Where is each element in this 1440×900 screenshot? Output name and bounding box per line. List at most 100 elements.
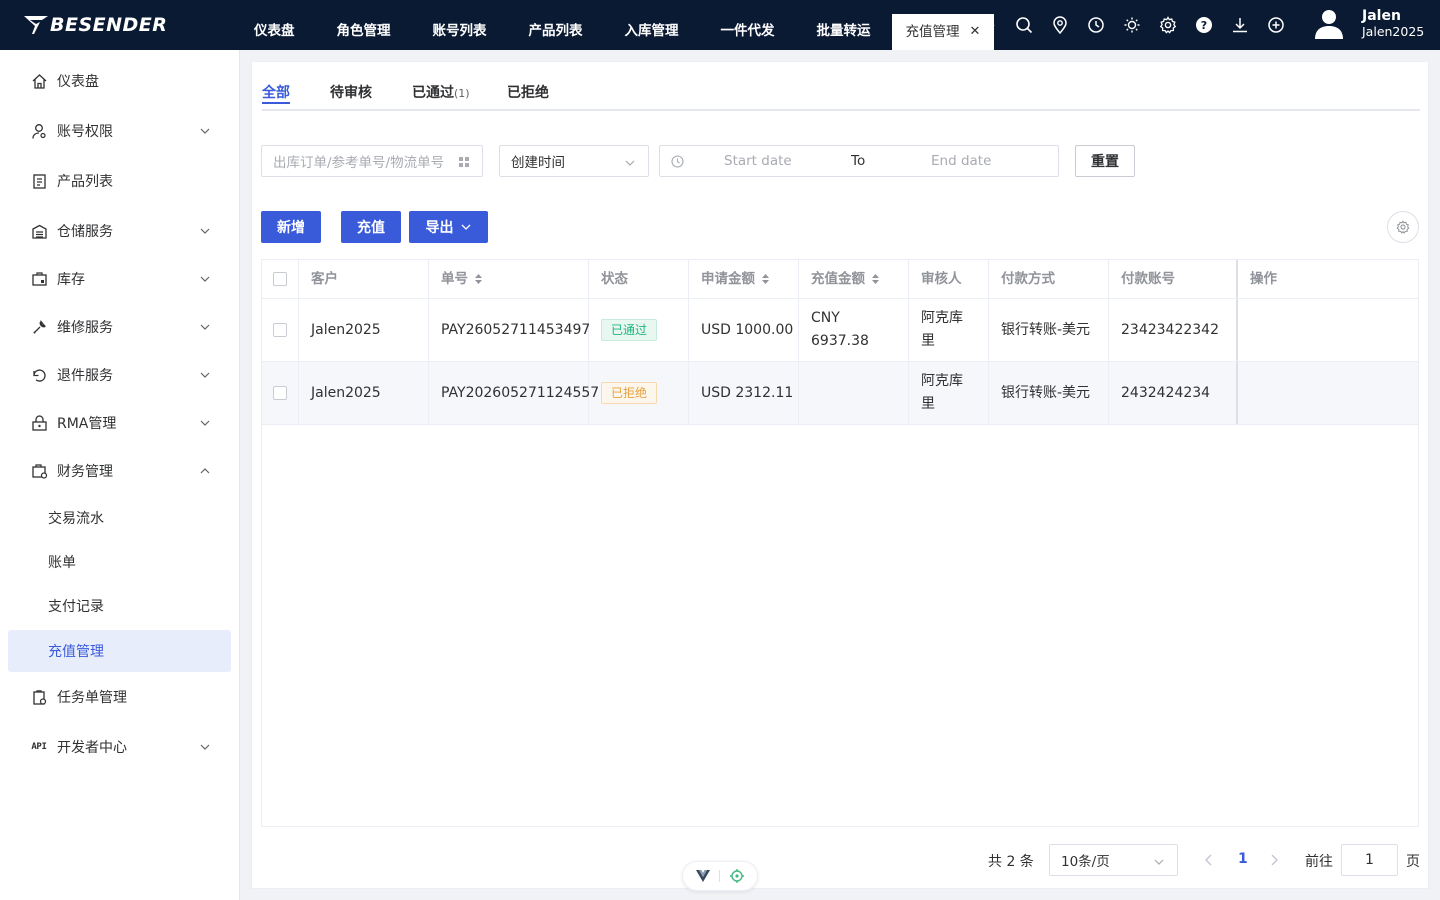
sidebar-item-return[interactable]: 退件服务: [8, 354, 231, 396]
nav-role-management[interactable]: 角色管理: [316, 0, 412, 50]
tab-recharge-label: 充值管理: [905, 24, 960, 40]
sidebar-item-rma[interactable]: RMA管理: [8, 402, 231, 444]
vue-logo-icon[interactable]: [695, 870, 710, 882]
goto-page-input[interactable]: 1: [1341, 844, 1398, 876]
reviewer-line2: 里: [921, 396, 935, 412]
sidebar-item-label: 任务单管理: [57, 690, 127, 706]
target-icon[interactable]: [730, 869, 745, 883]
nav-batch-transfer[interactable]: 批量转运: [796, 0, 892, 50]
cell-reviewer: 阿克库里: [909, 299, 989, 361]
location-icon[interactable]: [1048, 13, 1072, 37]
tab-rejected[interactable]: 已拒绝: [507, 82, 549, 102]
table-row[interactable]: Jalen2025 PAY202605271124557 已拒绝 USD 231…: [262, 362, 1418, 425]
sidebar-item-label: RMA管理: [57, 416, 117, 432]
export-label: 导出: [425, 220, 454, 236]
header-apply-amount[interactable]: 申请金额: [689, 260, 799, 298]
table-row[interactable]: Jalen2025 PAY26052711453497 已通过 USD 1000…: [262, 299, 1418, 362]
page-number-current[interactable]: 1: [1238, 851, 1248, 867]
clock-icon: [671, 155, 684, 168]
download-icon[interactable]: [1228, 13, 1252, 37]
sidebar-item-dashboard[interactable]: 仪表盘: [8, 60, 231, 102]
header-order-no[interactable]: 单号: [429, 260, 589, 298]
header-customer: 客户: [299, 260, 429, 298]
chevron-down-icon: [200, 228, 210, 234]
sidebar-item-product-list[interactable]: 产品列表: [8, 160, 231, 202]
nav-dropship[interactable]: 一件代发: [700, 0, 796, 50]
sidebar-item-repair[interactable]: 维修服务: [8, 306, 231, 348]
clock-icon[interactable]: [1084, 13, 1108, 37]
nav-dashboard[interactable]: 仪表盘: [233, 0, 316, 50]
charge-value: 6937.38: [811, 333, 869, 349]
recharge-button[interactable]: 充值: [341, 211, 401, 243]
sidebar-item-account-permission[interactable]: 账号权限: [8, 110, 231, 152]
cell-order-no: PAY26052711453497: [429, 299, 590, 361]
header-status: 状态: [589, 260, 689, 298]
chevron-right-icon[interactable]: [1268, 853, 1280, 867]
search-icon[interactable]: [1012, 13, 1036, 37]
sidebar-sub-payment-records[interactable]: 支付记录: [8, 585, 231, 627]
cell-pay-method: 银行转账-美元: [989, 299, 1109, 361]
logo-mark-icon: [24, 16, 48, 34]
cell-pay-method: 银行转账-美元: [989, 362, 1109, 424]
rma-icon: [30, 414, 48, 432]
main-card: 全部 待审核 已通过(1) 已拒绝 出库订单/参考单号/物流单号 创建时间 St…: [251, 61, 1429, 889]
tab-approved-count: (1): [454, 87, 470, 100]
brand-logo[interactable]: BESENDER: [22, 12, 167, 38]
cell-order-no: PAY202605271124557: [429, 362, 599, 424]
tab-approved[interactable]: 已通过(1): [412, 82, 470, 102]
grid-icon[interactable]: [458, 156, 470, 168]
sort-icon[interactable]: [474, 273, 483, 285]
page-size-select[interactable]: 10条/页: [1049, 844, 1178, 876]
sidebar-item-label: 开发者中心: [57, 740, 127, 756]
header-charge-amount[interactable]: 充值金额: [799, 260, 909, 298]
sidebar-item-inventory[interactable]: 库存: [8, 258, 231, 300]
nav-inbound[interactable]: 入库管理: [604, 0, 700, 50]
sidebar-item-warehouse[interactable]: 仓储服务: [8, 210, 231, 252]
user-id: Jalen2025: [1362, 24, 1425, 39]
time-type-select[interactable]: 创建时间: [499, 145, 649, 177]
sidebar-sub-bills[interactable]: 账单: [8, 541, 231, 583]
sidebar: 仪表盘 账号权限 产品列表 仓储服务 库存 维修服务 退件服务 RMA管理 财务…: [0, 50, 240, 900]
export-button[interactable]: 导出: [409, 211, 488, 243]
sort-icon[interactable]: [761, 273, 770, 285]
row-checkbox[interactable]: [273, 323, 287, 337]
nav-product-list[interactable]: 产品列表: [508, 0, 604, 50]
status-badge: 已通过: [601, 319, 658, 341]
help-icon[interactable]: ?: [1192, 13, 1216, 37]
sidebar-item-developer[interactable]: API 开发者中心: [8, 726, 231, 768]
cell-customer: Jalen2025: [299, 299, 429, 361]
cell-actions: [1238, 362, 1418, 424]
sidebar-item-finance[interactable]: 财务管理: [8, 450, 231, 492]
pagination: 共 2 条 10条/页 1 前往 1 页: [252, 844, 1430, 876]
sort-icon[interactable]: [871, 273, 880, 285]
sidebar-item-task[interactable]: 任务单管理: [8, 676, 231, 718]
tab-all[interactable]: 全部: [262, 82, 290, 104]
status-tabs: 全部 待审核 已通过(1) 已拒绝: [262, 62, 1420, 111]
sidebar-sub-recharge[interactable]: 充值管理: [8, 630, 231, 672]
add-button[interactable]: 新增: [261, 211, 321, 243]
sidebar-item-label: 财务管理: [57, 464, 113, 480]
nav-account-list[interactable]: 账号列表: [412, 0, 508, 50]
sidebar-sub-transactions[interactable]: 交易流水: [8, 497, 231, 539]
select-all-checkbox[interactable]: [273, 272, 287, 286]
start-date-input[interactable]: Start date: [724, 153, 792, 169]
gear-icon[interactable]: [1156, 13, 1180, 37]
sun-icon[interactable]: [1120, 13, 1144, 37]
tab-pending[interactable]: 待审核: [330, 82, 372, 102]
tab-approved-label: 已通过: [412, 85, 454, 101]
reset-button[interactable]: 重置: [1075, 145, 1135, 177]
search-input[interactable]: 出库订单/参考单号/物流单号: [261, 145, 483, 177]
chevron-left-icon[interactable]: [1203, 853, 1215, 867]
column-settings-button[interactable]: [1387, 211, 1419, 243]
chevron-down-icon[interactable]: [978, 16, 1000, 38]
user-menu[interactable]: Jalen Jalen2025: [1314, 8, 1424, 40]
warehouse-icon: [30, 222, 48, 240]
wrench-icon: [30, 318, 48, 336]
add-circle-icon[interactable]: [1264, 13, 1288, 37]
chevron-down-icon: [200, 744, 210, 750]
row-checkbox[interactable]: [273, 386, 287, 400]
user-key-icon: [30, 122, 48, 140]
end-date-input[interactable]: End date: [931, 153, 991, 169]
home-icon: [30, 72, 48, 90]
date-range-picker[interactable]: Start date To End date: [659, 145, 1059, 177]
